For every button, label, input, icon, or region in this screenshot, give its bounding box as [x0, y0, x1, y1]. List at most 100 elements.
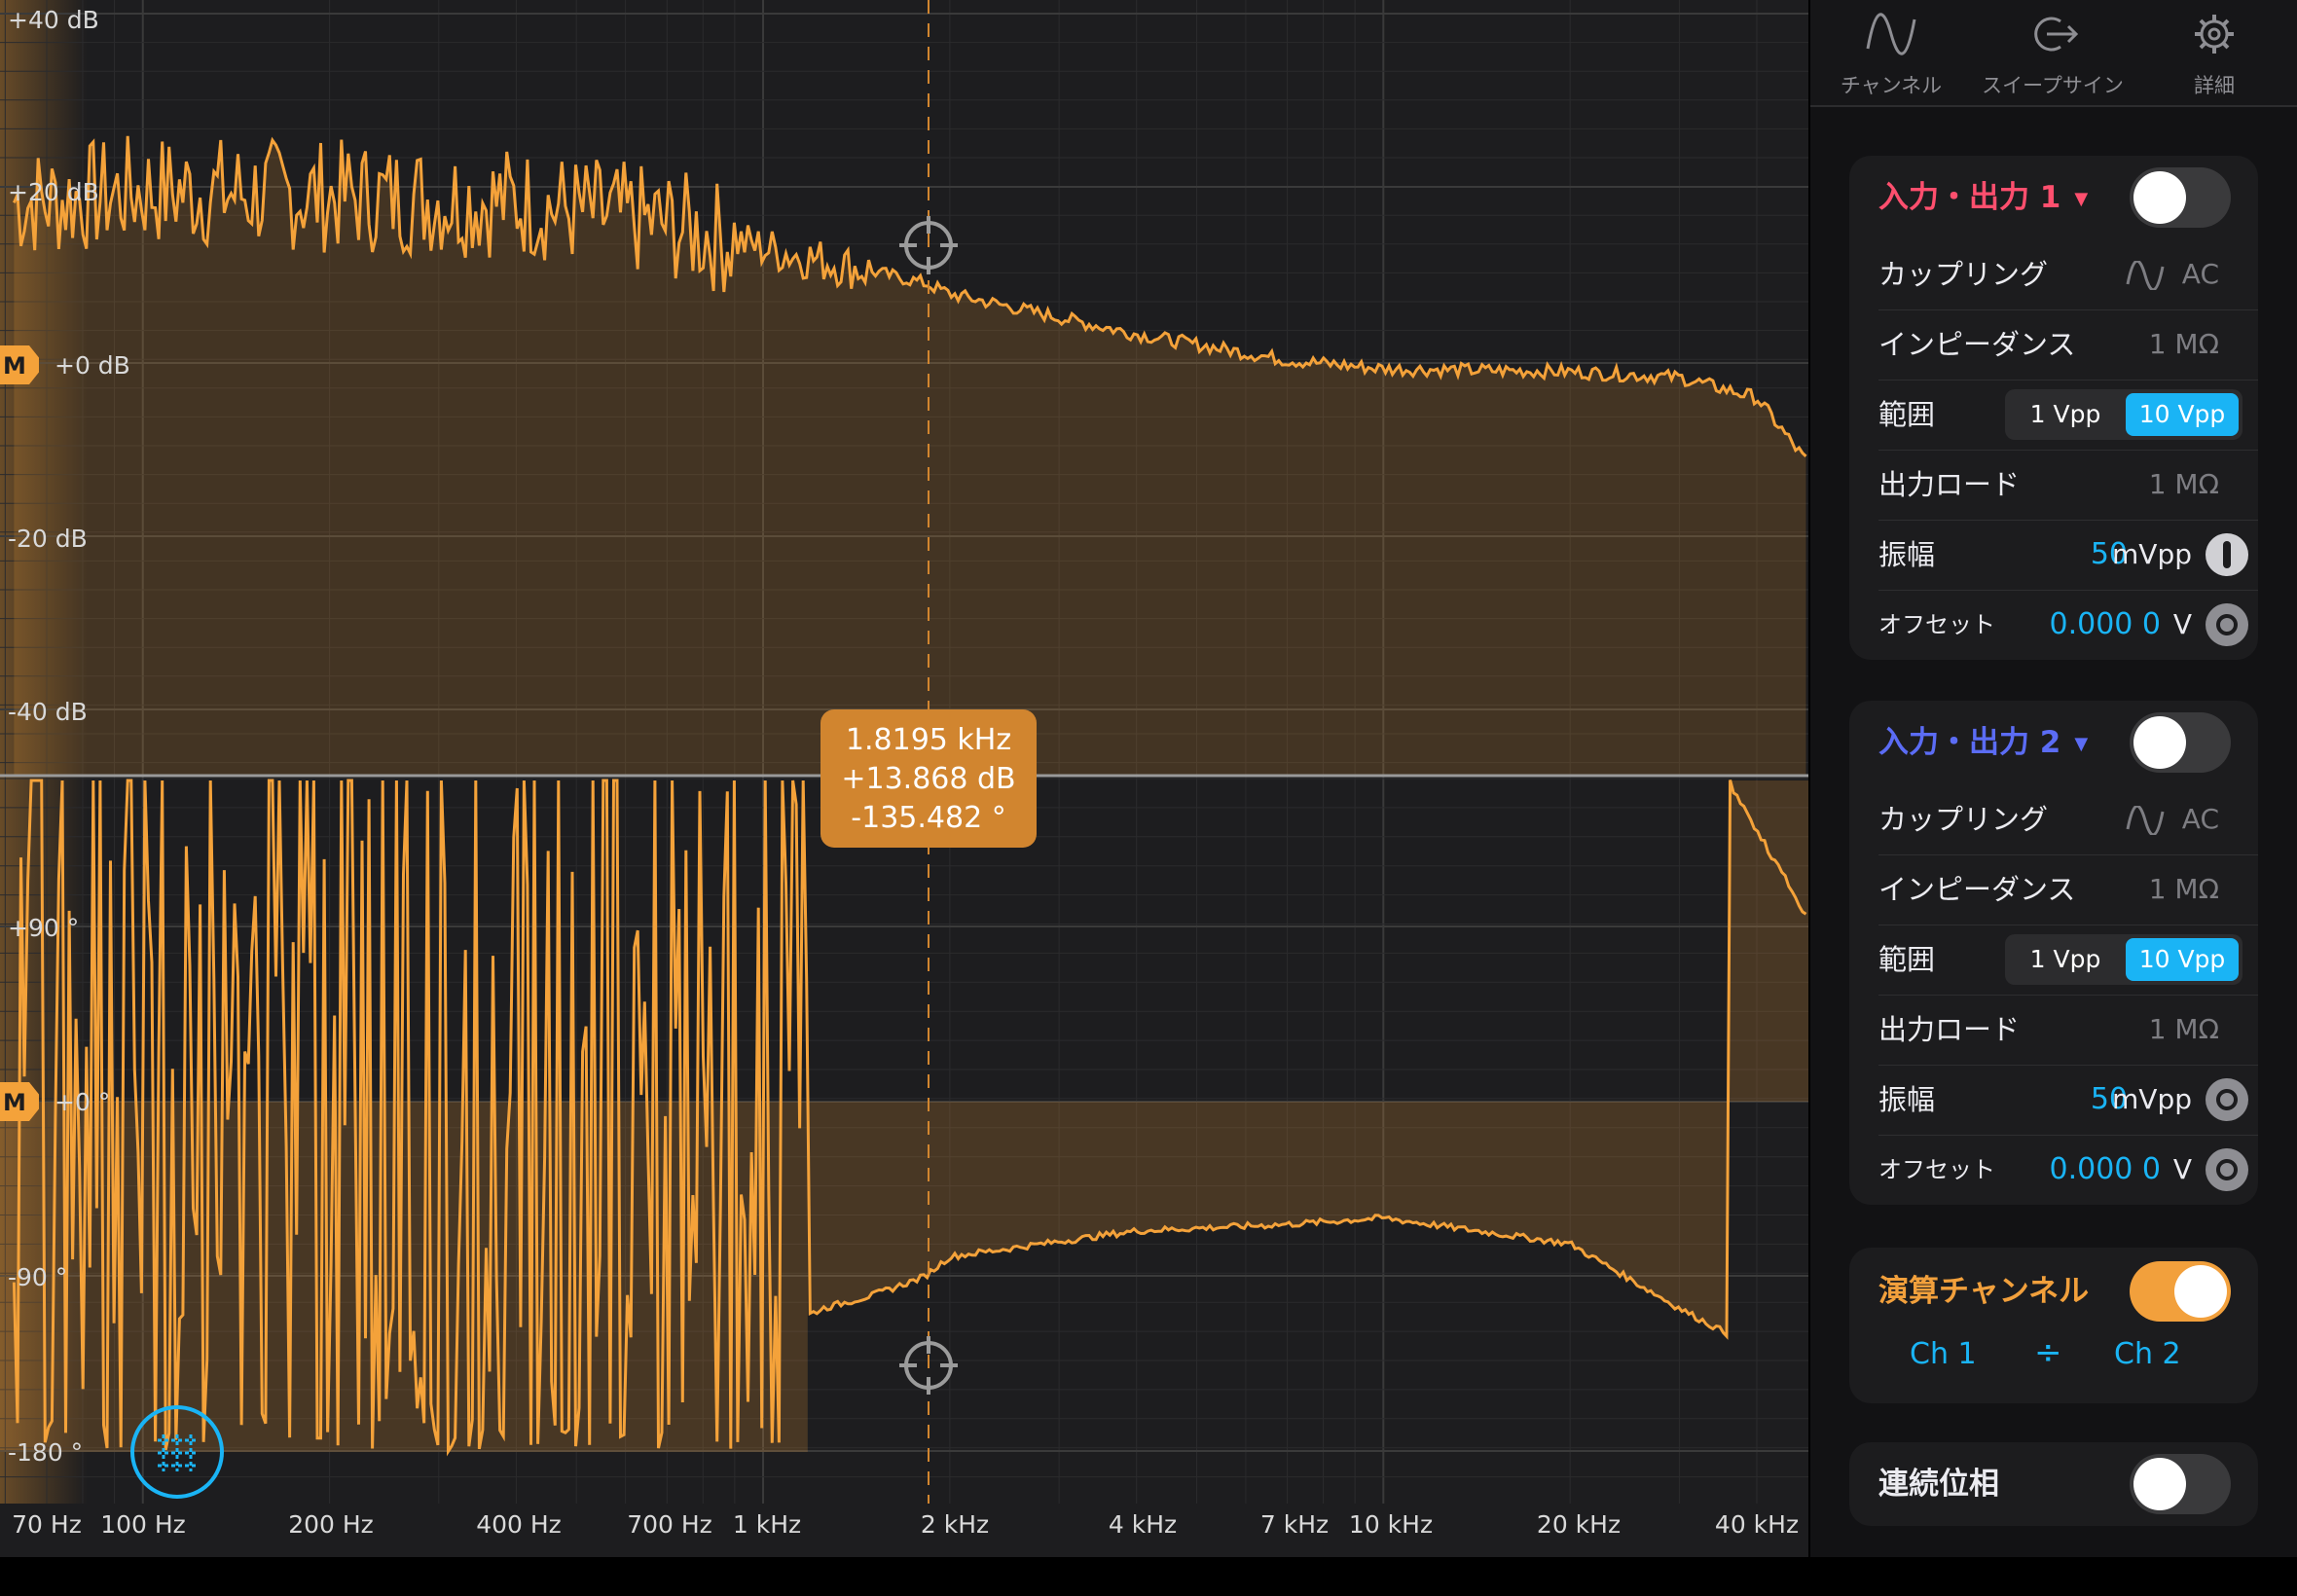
cursor-phase: -135.482 ° [851, 801, 1006, 835]
impedance-value: 1 MΩ [2148, 873, 2219, 905]
range-label: 範囲 [1878, 398, 1936, 431]
offset-knob-icon[interactable] [2206, 603, 2248, 646]
output-load-label: 出力ロード [1878, 468, 2021, 501]
output-load-row[interactable]: 出力ロード 1 MΩ [1878, 450, 2258, 521]
range-label: 範囲 [1878, 943, 1936, 976]
sine-wave-icon [2126, 806, 2165, 835]
channel-2-toggle[interactable] [2130, 712, 2231, 773]
cursor-frequency: 1.8195 kHz [845, 723, 1012, 757]
amplitude-row[interactable]: 振幅 50 mVpp [1878, 520, 2258, 591]
impedance-row[interactable]: インピーダンス 1 MΩ [1878, 309, 2258, 381]
amplitude-label: 振幅 [1878, 1083, 1936, 1116]
channel-1-card: 入力・出力 1 ▼ カップリング AC インピーダンス 1 MΩ 範囲 1 Vpp… [1849, 156, 2258, 660]
bottom-bar [0, 1557, 2297, 1596]
sine-wave-icon [1866, 13, 1916, 55]
cursor-readout[interactable]: 1.8195 kHz +13.868 dB -135.482 ° [820, 709, 1037, 848]
mag-tick-label: -20 dB [8, 525, 88, 553]
bode-plot[interactable]: +40 dB +20 dB +0 dB -20 dB -40 dB +90 ° … [0, 0, 1808, 1557]
caret-down-icon: ▼ [2074, 188, 2089, 209]
range-option-1vpp[interactable]: 1 Vpp [2009, 938, 2122, 981]
freq-tick-label: 400 Hz [476, 1510, 562, 1539]
range-option-10vpp[interactable]: 10 Vpp [2126, 938, 2239, 981]
impedance-label: インピーダンス [1878, 328, 2076, 361]
continuous-phase-card: 連続位相 [1849, 1442, 2258, 1526]
svg-text:M: M [3, 1089, 26, 1116]
math-operand-b[interactable]: Ch 2 [2114, 1337, 2181, 1371]
offset-unit: V [2172, 608, 2192, 640]
range-row: 範囲 1 Vpp 10 Vpp [1878, 380, 2258, 451]
coupling-row[interactable]: カップリング AC [1878, 784, 2258, 855]
phase-tick-label: +0 ° [55, 1088, 111, 1116]
offset-row[interactable]: オフセット 0.000 0 V [1878, 1135, 2258, 1205]
amplitude-knob-icon[interactable] [2206, 533, 2248, 576]
phase-tick-label: -90 ° [8, 1263, 68, 1291]
amplitude-row[interactable]: 振幅 50 mVpp [1878, 1065, 2258, 1136]
freq-tick-label: 10 kHz [1348, 1510, 1434, 1539]
offset-unit: V [2172, 1153, 2192, 1185]
coupling-row[interactable]: カップリング AC [1878, 239, 2258, 310]
coupling-value: AC [2181, 258, 2219, 290]
channel-2-title[interactable]: 入力・出力 2 ▼ [1878, 701, 2088, 784]
offset-row[interactable]: オフセット 0.000 0 V [1878, 590, 2258, 660]
freq-tick-label: 200 Hz [288, 1510, 374, 1539]
impedance-row[interactable]: インピーダンス 1 MΩ [1878, 854, 2258, 925]
amplitude-knob-icon[interactable] [2206, 1078, 2248, 1121]
mag-tick-label: +20 dB [8, 178, 99, 206]
coupling-label: カップリング [1878, 803, 2049, 836]
output-load-label: 出力ロード [1878, 1013, 2021, 1046]
sine-wave-icon [2126, 261, 2165, 290]
continuous-phase-toggle[interactable] [2130, 1454, 2231, 1514]
tab-details[interactable]: 詳細 [2133, 0, 2295, 105]
offset-label: オフセット [1878, 611, 1995, 638]
range-row: 範囲 1 Vpp 10 Vpp [1878, 925, 2258, 996]
range-option-10vpp[interactable]: 10 Vpp [2126, 393, 2239, 436]
magnitude-reference-marker-icon[interactable]: M [0, 345, 39, 384]
amplitude-label: 振幅 [1878, 538, 1936, 571]
continuous-phase-label: 連続位相 [1878, 1467, 1999, 1502]
range-segmented-control[interactable]: 1 Vpp 10 Vpp [2005, 934, 2242, 985]
tab-bar: チャンネル スイープサイン 詳細 [1810, 0, 2297, 107]
offset-value[interactable]: 0.000 0 [2049, 590, 2161, 660]
output-load-value: 1 MΩ [2148, 468, 2219, 500]
cursor-magnitude: +13.868 dB [841, 762, 1016, 796]
math-channel-toggle[interactable] [2130, 1261, 2231, 1322]
freq-tick-label: 4 kHz [1108, 1510, 1178, 1539]
svg-text:M: M [3, 352, 26, 380]
tab-channels[interactable]: チャンネル [1810, 0, 1972, 105]
channel-1-title[interactable]: 入力・出力 1 ▼ [1878, 156, 2088, 239]
tab-sweep-sine[interactable]: スイープサイン [1972, 0, 2133, 105]
mag-tick-label: +0 dB [55, 351, 130, 380]
channel-1-toggle[interactable] [2130, 167, 2231, 228]
freq-tick-label: 1 kHz [732, 1510, 802, 1539]
phase-reference-marker-icon[interactable]: M [0, 1082, 39, 1121]
offset-value[interactable]: 0.000 0 [2049, 1135, 2161, 1205]
autoscale-button[interactable] [130, 1405, 224, 1499]
impedance-value: 1 MΩ [2148, 328, 2219, 360]
offset-knob-icon[interactable] [2206, 1148, 2248, 1191]
offset-label: オフセット [1878, 1156, 1995, 1183]
grid-target-icon [158, 1434, 197, 1471]
mag-tick-label: -40 dB [8, 698, 88, 726]
freq-tick-label: 2 kHz [920, 1510, 990, 1539]
tab-label: スイープサイン [1982, 74, 2124, 97]
freq-tick-label: 40 kHz [1714, 1510, 1800, 1539]
output-load-row[interactable]: 出力ロード 1 MΩ [1878, 995, 2258, 1066]
math-channel-card: 演算チャンネル Ch 1 ÷ Ch 2 [1849, 1248, 2258, 1403]
freq-tick-label: 20 kHz [1536, 1510, 1622, 1539]
phase-fill [0, 780, 1808, 1452]
freq-tick-label: 70 Hz [12, 1510, 82, 1539]
phase-tick-label: +90 ° [8, 914, 80, 942]
freq-tick-label: 700 Hz [627, 1510, 712, 1539]
math-operator[interactable]: ÷ [2034, 1333, 2062, 1372]
settings-panel: チャンネル スイープサイン 詳細 入力・出力 1 ▼ カップリング AC インピ… [1810, 0, 2297, 1557]
tab-label: チャンネル [1840, 74, 1943, 97]
range-segmented-control[interactable]: 1 Vpp 10 Vpp [2005, 389, 2242, 440]
amplitude-unit: mVpp [2112, 538, 2192, 570]
range-option-1vpp[interactable]: 1 Vpp [2009, 393, 2122, 436]
coupling-value: AC [2181, 803, 2219, 835]
tab-label: 詳細 [2194, 74, 2235, 97]
gear-icon [2195, 15, 2234, 54]
math-channel-title: 演算チャンネル [1878, 1274, 2090, 1309]
freq-tick-label: 7 kHz [1259, 1510, 1330, 1539]
math-operand-a[interactable]: Ch 1 [1910, 1337, 1977, 1371]
